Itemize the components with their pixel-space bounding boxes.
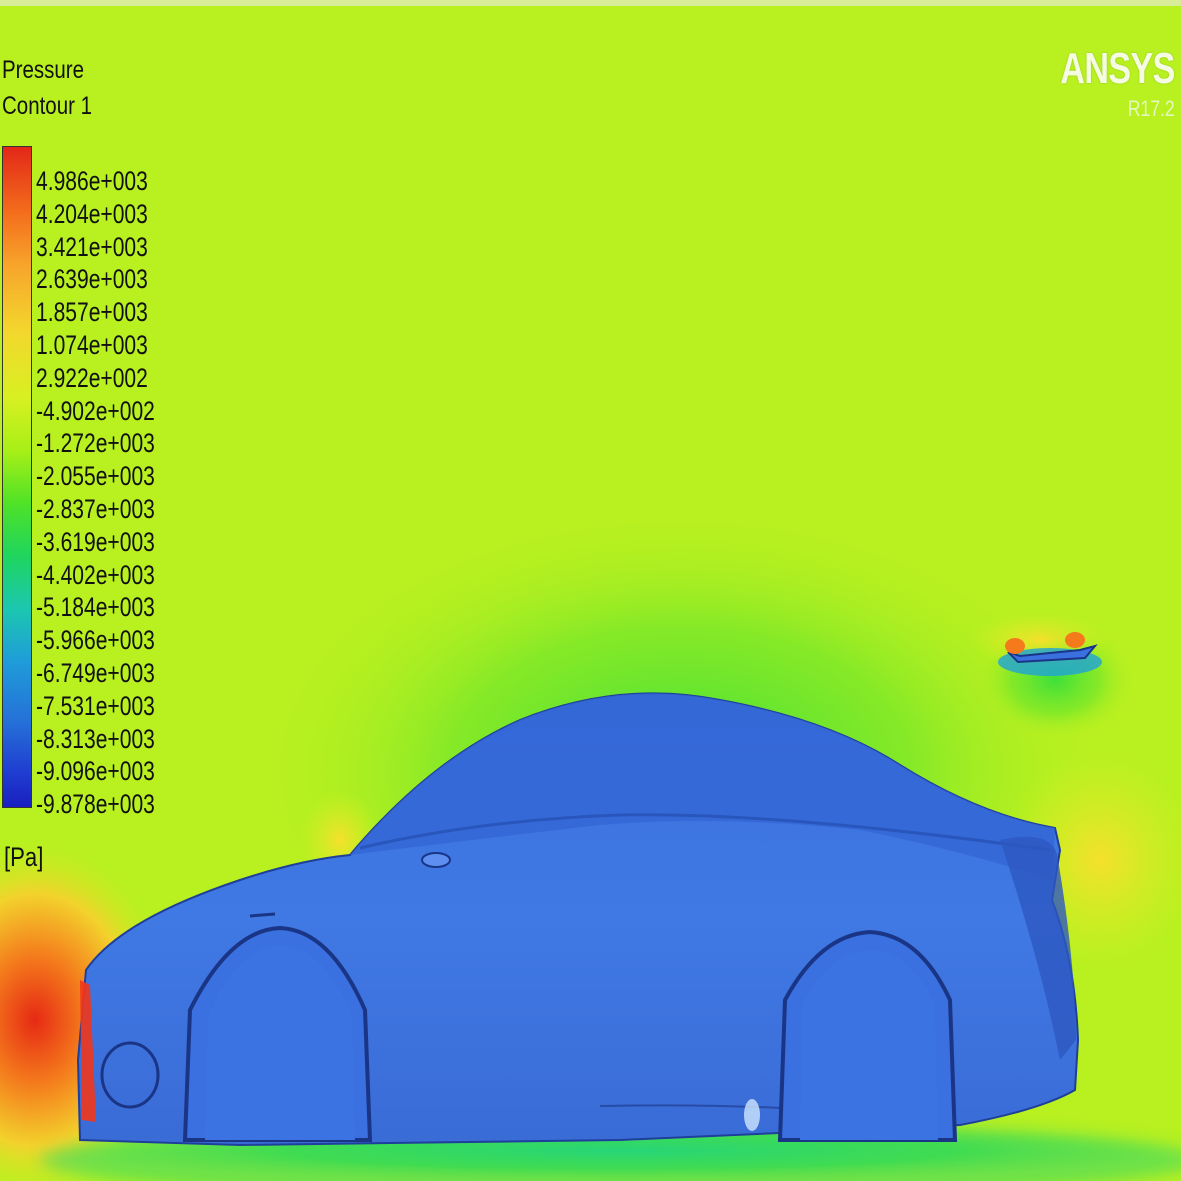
colorbar-tick-label: -4.402e+003 — [36, 559, 155, 590]
colorbar-tick-label: 4.986e+003 — [36, 166, 148, 196]
colorbar-tick-label: -9.096e+003 — [36, 756, 155, 787]
colorbar-tick-label: 1.074e+003 — [36, 329, 148, 360]
colorbar-tick-label: 2.639e+003 — [36, 264, 148, 295]
colorbar-tick-label: -1.272e+003 — [36, 428, 155, 459]
contour-viewport[interactable]: Pressure Contour 1 4.986e+003 4.204e+003 3… — [0, 0, 1181, 1181]
version-label: R17.2 — [1128, 96, 1175, 121]
colorbar-tick-label: -7.531e+003 — [36, 690, 155, 721]
colorbar-tick-label: 3.421e+003 — [36, 231, 148, 262]
colorbar-tick-label: -3.619e+003 — [36, 526, 155, 557]
legend-unit: [Pa] — [4, 842, 44, 872]
colorbar-tick-label: -4.902e+002 — [36, 395, 155, 426]
ansys-logo: ANSYS — [1060, 44, 1176, 93]
legend-subtitle: Contour 1 — [2, 92, 93, 120]
colorbar-tick-label: -9.878e+003 — [36, 789, 155, 820]
colorbar-tick-label: -6.749e+003 — [36, 657, 155, 688]
colorbar-tick-label: -2.055e+003 — [36, 461, 155, 492]
colorbar-tick-label: 2.922e+002 — [36, 362, 148, 393]
colorbar-tick-label: -2.837e+003 — [36, 493, 155, 524]
colorbar-tick-label: 1.857e+003 — [36, 297, 148, 328]
colorbar-tick-label: -8.313e+003 — [36, 723, 155, 754]
colorbar-tick-label: -5.966e+003 — [36, 625, 155, 656]
pressure-colorbar — [2, 146, 32, 808]
colorbar-tick-label: 4.204e+003 — [36, 198, 148, 229]
colorbar-tick-label: -5.184e+003 — [36, 592, 155, 623]
colorbar-tick-labels: 4.986e+003 4.204e+003 3.421e+003 2.639e+003… — [36, 165, 206, 821]
legend-title: Pressure — [2, 56, 85, 84]
